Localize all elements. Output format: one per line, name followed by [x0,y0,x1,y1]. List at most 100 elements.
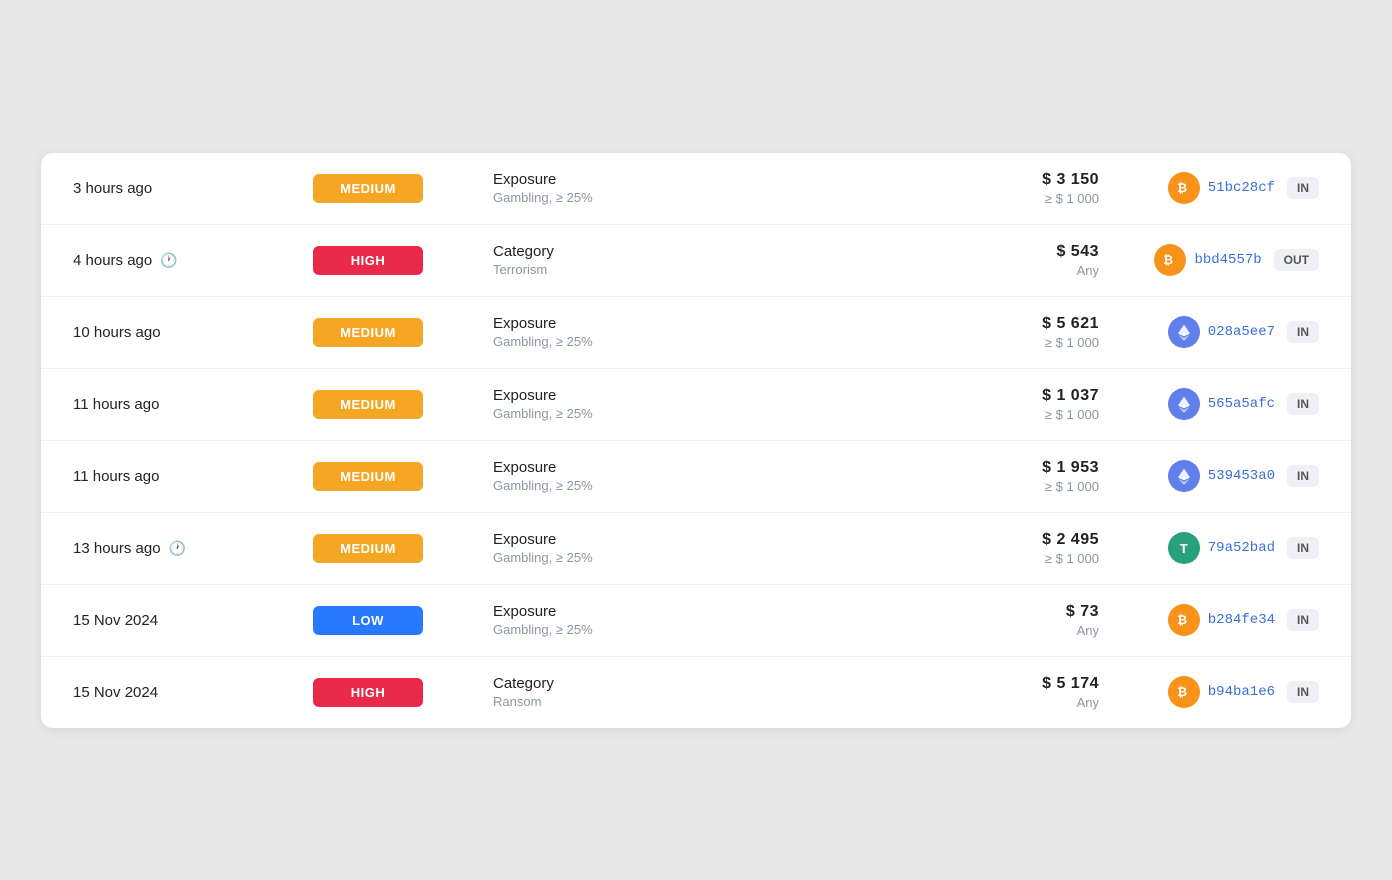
amount-cell: $ 1 953 ≥ $ 1 000 [939,459,1119,494]
table-row[interactable]: 4 hours ago 🕐 HIGH CategoryTerrorism$ 543 An… [41,225,1351,297]
table-row[interactable]: 13 hours ago🕐MEDIUM Exposure Gambling, ≥ 2… [41,513,1351,585]
time-label: 15 Nov 2024 [73,684,158,701]
table-row[interactable]: 15 Nov 2024 LOW ExposureGambling, ≥ 25%$ 7… [41,585,1351,657]
badge-cell: MEDIUM [313,174,473,203]
btc-icon: ₿ [1168,604,1200,636]
btc-icon: ₿ [1168,172,1200,204]
type-sub-label: Ransom [493,694,939,709]
time-label: 15 Nov 2024 [73,612,158,629]
amount-value: $ 1 953 [939,459,1099,477]
amount-value: $ 2 495 [939,531,1099,549]
type-cell: Exposure Gambling, ≥ 25% [473,531,939,565]
severity-badge: MEDIUM [313,174,423,203]
type-cell: ExposureGambling, ≥ 25% [473,171,939,205]
clock-icon: 🕐 [160,252,177,269]
type-label: Category [493,675,939,692]
hash-label: 539453a0 [1208,468,1275,484]
amount-cell: $ 5 621≥ $ 1 000 [939,315,1119,350]
btc-icon: ₿ [1154,244,1186,276]
hash-label: b284fe34 [1208,612,1275,628]
type-cell: ExposureGambling, ≥ 25% [473,459,939,493]
amount-threshold: ≥ $ 1 000 [939,551,1099,566]
badge-cell: MEDIUM [313,390,473,419]
amount-value: $ 1 037 [939,387,1099,405]
crypto-cell[interactable]: ₿ b94ba1e6 IN [1119,676,1319,708]
time-label: 10 hours ago [73,324,161,341]
table-row[interactable]: 11 hours ago MEDIUM ExposureGambling, ≥ 25… [41,369,1351,441]
type-sub-label: Terrorism [493,262,939,277]
type-sub-label: Gambling, ≥ 25% [493,550,939,565]
time-cell: 13 hours ago🕐 [73,540,313,557]
type-cell: ExposureGambling, ≥ 25% [473,387,939,421]
svg-text:₿: ₿ [1164,253,1174,267]
badge-cell: MEDIUM [313,534,473,563]
severity-badge: MEDIUM [313,390,423,419]
alerts-card: 3 hours agoMEDIUMExposureGambling, ≥ 25%… [41,153,1351,728]
badge-cell: MEDIUM [313,462,473,491]
crypto-cell[interactable]: ₿51bc28cfIN [1119,172,1319,204]
hash-label: 565a5afc [1208,396,1275,412]
crypto-cell[interactable]: T79a52badIN [1119,532,1319,564]
svg-text:₿: ₿ [1177,613,1187,627]
clock-icon: 🕐 [169,540,186,557]
type-label: Exposure [493,531,939,548]
severity-badge: MEDIUM [313,462,423,491]
time-cell: 4 hours ago 🕐 [73,252,313,269]
type-sub-label: Gambling, ≥ 25% [493,622,939,637]
severity-badge: MEDIUM [313,534,423,563]
time-label: 11 hours ago [73,396,159,413]
direction-badge: IN [1287,465,1319,487]
crypto-cell[interactable]: ₿b284fe34IN [1119,604,1319,636]
amount-value: $ 543 [939,243,1099,261]
table-row[interactable]: 3 hours agoMEDIUM ExposureGambling, ≥ 25%… [41,153,1351,225]
amount-cell: $ 1 037 ≥ $ 1 000 [939,387,1119,422]
badge-cell: HIGH [313,246,473,275]
amount-cell: $ 73 Any [939,603,1119,638]
type-label: Exposure [493,387,939,404]
severity-badge: HIGH [313,678,423,707]
type-sub-label: Gambling, ≥ 25% [493,334,939,349]
time-cell: 10 hours ago [73,324,313,341]
table-row[interactable]: 15 Nov 2024 HIGH Category Ransom$ 5 174 Any ₿… [41,657,1351,728]
direction-badge: IN [1287,177,1319,199]
amount-threshold: ≥ $ 1 000 [939,335,1099,350]
amount-threshold: ≥ $ 1 000 [939,407,1099,422]
eth-icon [1168,460,1200,492]
crypto-cell[interactable]: 028a5ee7IN [1119,316,1319,348]
severity-badge: HIGH [313,246,423,275]
type-cell: CategoryTerrorism [473,243,939,277]
amount-value: $ 3 150 [939,171,1099,189]
time-label: 11 hours ago [73,468,159,485]
svg-text:₿: ₿ [1177,181,1187,195]
amount-value: $ 73 [939,603,1099,621]
crypto-cell[interactable]: ₿bbd4557bOUT [1119,244,1319,276]
crypto-cell[interactable]: 539453a0 IN [1119,460,1319,492]
type-sub-label: Gambling, ≥ 25% [493,478,939,493]
time-cell: 15 Nov 2024 [73,612,313,629]
amount-threshold: Any [939,623,1099,638]
time-cell: 11 hours ago [73,396,313,413]
svg-text:₿: ₿ [1177,685,1187,699]
amount-cell: $ 2 495 ≥ $ 1 000 [939,531,1119,566]
direction-badge: OUT [1274,249,1319,271]
table-row[interactable]: 10 hours agoMEDIUMExposureGambling, ≥ 25… [41,297,1351,369]
amount-value: $ 5 174 [939,675,1099,693]
crypto-cell[interactable]: 565a5afcIN [1119,388,1319,420]
severity-badge: LOW [313,606,423,635]
amount-threshold: Any [939,695,1099,710]
direction-badge: IN [1287,321,1319,343]
amount-threshold: ≥ $ 1 000 [939,479,1099,494]
hash-label: b94ba1e6 [1208,684,1275,700]
type-cell: ExposureGambling, ≥ 25% [473,603,939,637]
time-cell: 3 hours ago [73,180,313,197]
amount-threshold: ≥ $ 1 000 [939,191,1099,206]
direction-badge: IN [1287,537,1319,559]
amount-threshold: Any [939,263,1099,278]
type-label: Exposure [493,171,939,188]
time-label: 4 hours ago [73,252,152,269]
btc-icon: ₿ [1168,676,1200,708]
severity-badge: MEDIUM [313,318,423,347]
direction-badge: IN [1287,681,1319,703]
badge-cell: HIGH [313,678,473,707]
table-row[interactable]: 11 hours ago MEDIUM ExposureGambling, ≥ 25… [41,441,1351,513]
